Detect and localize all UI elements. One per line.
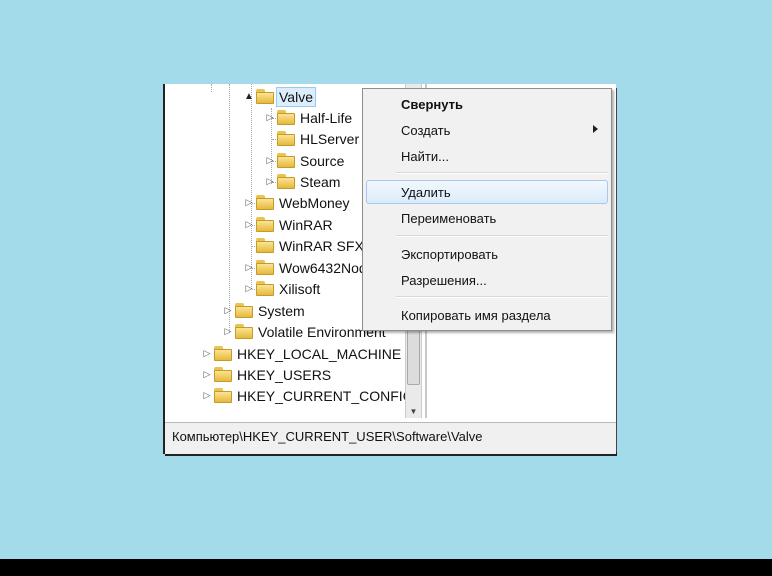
tree-node-label: Xilisoft bbox=[279, 280, 321, 297]
menu-separator bbox=[396, 172, 608, 174]
menu-item-rename[interactable]: Переименовать bbox=[366, 206, 608, 230]
tree-node-label: WinRAR SFX bbox=[279, 237, 364, 254]
menu-item-delete[interactable]: Удалить bbox=[366, 180, 608, 204]
tree-line bbox=[229, 84, 230, 332]
tree-node-label: System bbox=[258, 302, 305, 319]
collapsed-arrow-icon[interactable]: ▷ bbox=[244, 262, 254, 273]
folder-icon bbox=[214, 367, 232, 382]
collapsed-arrow-icon[interactable]: ▷ bbox=[223, 305, 233, 316]
folder-icon bbox=[214, 346, 232, 361]
tree-node-label: Steam bbox=[300, 173, 341, 190]
tree-node-label: WinRAR bbox=[279, 216, 333, 233]
menu-item-copy-key-name[interactable]: Копировать имя раздела bbox=[366, 303, 608, 327]
menu-separator bbox=[396, 296, 608, 298]
folder-icon bbox=[235, 303, 253, 318]
folder-icon bbox=[256, 281, 274, 296]
menu-item-label: Экспортировать bbox=[401, 246, 498, 262]
menu-item-permissions[interactable]: Разрешения... bbox=[366, 268, 608, 292]
menu-item-export[interactable]: Экспортировать bbox=[366, 242, 608, 266]
menu-item-label: Удалить bbox=[401, 184, 451, 200]
menu-item-collapse[interactable]: Свернуть bbox=[366, 92, 608, 116]
tree-node-steam[interactable]: ▷ Steam bbox=[265, 171, 342, 192]
tree-node-label: HKEY_LOCAL_MACHINE bbox=[237, 345, 402, 362]
tree-node-wow6432node[interactable]: ▷ Wow6432Node bbox=[244, 257, 376, 278]
tree-node-winrar[interactable]: ▷ WinRAR bbox=[244, 214, 335, 235]
tree-node-label: HKEY_USERS bbox=[237, 366, 332, 383]
folder-icon bbox=[256, 89, 274, 104]
folder-icon bbox=[277, 131, 295, 146]
menu-item-label: Свернуть bbox=[401, 96, 463, 112]
collapsed-arrow-icon[interactable]: ▷ bbox=[244, 219, 254, 230]
folder-icon bbox=[277, 110, 295, 125]
collapsed-arrow-icon[interactable]: ▷ bbox=[265, 155, 275, 166]
menu-item-label: Копировать имя раздела bbox=[401, 307, 551, 323]
tree-node-hkey-users[interactable]: ▷ HKEY_USERS bbox=[202, 364, 333, 385]
menu-separator bbox=[396, 235, 608, 237]
menu-item-create[interactable]: Создать bbox=[366, 118, 608, 142]
status-bar: Компьютер\HKEY_CURRENT_USER\Software\Val… bbox=[165, 422, 616, 454]
tree-node-label: Half-Life bbox=[300, 109, 353, 126]
status-bar-path: Компьютер\HKEY_CURRENT_USER\Software\Val… bbox=[172, 429, 483, 444]
tree-node-label: HLServer bbox=[300, 130, 360, 147]
tree-node-hlserver[interactable]: HLServer bbox=[265, 128, 361, 149]
folder-icon bbox=[256, 238, 274, 253]
menu-item-label: Переименовать bbox=[401, 210, 497, 226]
folder-icon bbox=[256, 217, 274, 232]
menu-item-label: Найти... bbox=[401, 148, 449, 164]
folder-icon bbox=[277, 174, 295, 189]
menu-item-label: Разрешения... bbox=[401, 272, 487, 288]
collapsed-arrow-icon[interactable]: ▷ bbox=[202, 390, 212, 401]
collapsed-arrow-icon[interactable]: ▷ bbox=[244, 283, 254, 294]
tree-node-hkey-current-config[interactable]: ▷ HKEY_CURRENT_CONFIG bbox=[202, 385, 405, 406]
folder-icon bbox=[256, 260, 274, 275]
tree-line bbox=[211, 84, 212, 92]
folder-icon bbox=[214, 388, 232, 403]
collapsed-arrow-icon[interactable]: ▷ bbox=[265, 176, 275, 187]
tree-node-winrar-sfx[interactable]: WinRAR SFX bbox=[244, 235, 366, 256]
expanded-arrow-icon[interactable]: ▲ bbox=[244, 91, 254, 102]
scroll-down-arrow-icon[interactable]: ▼ bbox=[406, 407, 421, 416]
menu-item-label: Создать bbox=[401, 122, 451, 138]
folder-icon bbox=[277, 153, 295, 168]
folder-icon bbox=[256, 195, 274, 210]
folder-icon bbox=[235, 324, 253, 339]
context-menu: Свернуть Создать Найти... Удалить Переим… bbox=[362, 88, 612, 331]
tree-node-valve[interactable]: ▲ Valve bbox=[244, 86, 316, 107]
submenu-arrow-icon bbox=[593, 125, 598, 133]
collapsed-arrow-icon[interactable]: ▷ bbox=[265, 112, 275, 123]
tree-node-webmoney[interactable]: ▷ WebMoney bbox=[244, 192, 352, 213]
collapsed-arrow-icon[interactable]: ▷ bbox=[223, 326, 233, 337]
bottom-black-bar bbox=[0, 559, 772, 576]
tree-node-label: HKEY_CURRENT_CONFIG bbox=[237, 387, 405, 404]
tree-node-system[interactable]: ▷ System bbox=[223, 300, 307, 321]
tree-node-label: WebMoney bbox=[279, 194, 350, 211]
tree-node-half-life[interactable]: ▷ Half-Life bbox=[265, 107, 354, 128]
tree-node-label: Valve bbox=[276, 86, 316, 107]
tree-node-xilisoft[interactable]: ▷ Xilisoft bbox=[244, 278, 322, 299]
tree-node-label: Source bbox=[300, 152, 345, 169]
collapsed-arrow-icon[interactable]: ▷ bbox=[202, 348, 212, 359]
collapsed-arrow-icon[interactable]: ▷ bbox=[202, 369, 212, 380]
tree-node-hkey-local-machine[interactable]: ▷ HKEY_LOCAL_MACHINE bbox=[202, 343, 403, 364]
collapsed-arrow-icon[interactable]: ▷ bbox=[244, 197, 254, 208]
menu-item-find[interactable]: Найти... bbox=[366, 144, 608, 168]
tree-node-source[interactable]: ▷ Source bbox=[265, 150, 346, 171]
